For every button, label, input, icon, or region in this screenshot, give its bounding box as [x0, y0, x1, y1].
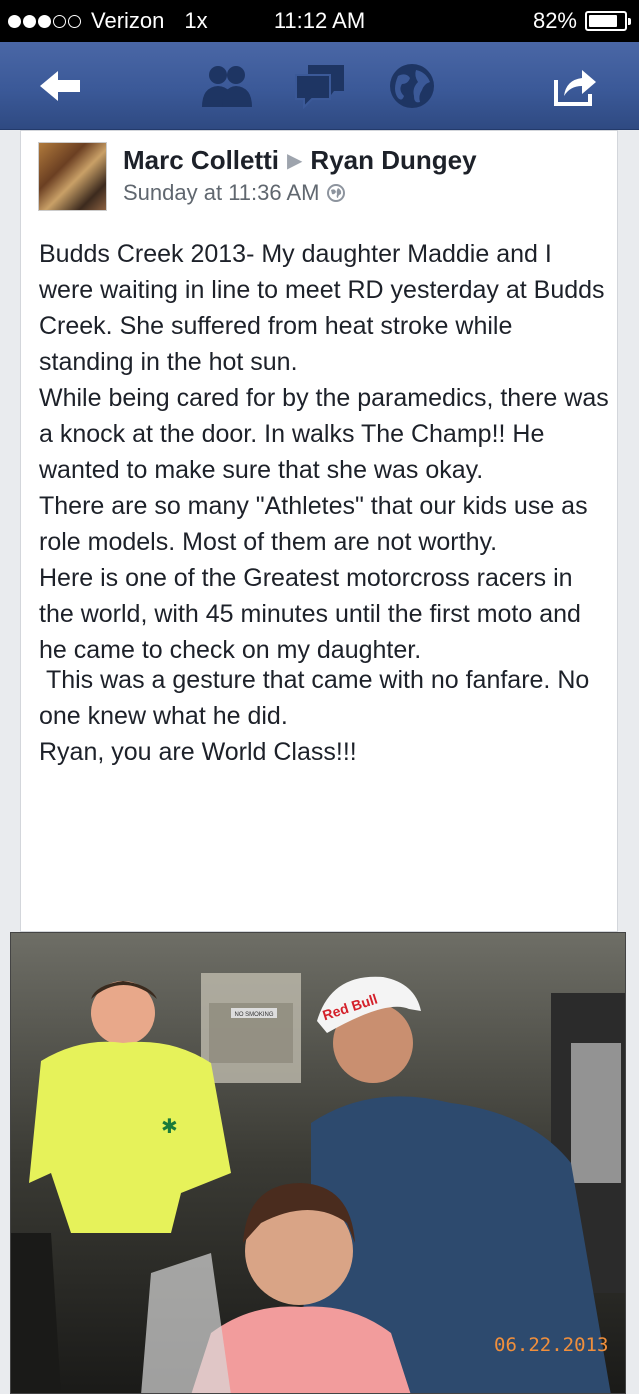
photo-image: NO SMOKING ✱ Red Bull — [11, 933, 625, 1393]
no-smoking-sign: NO SMOKING — [234, 1012, 273, 1018]
post-paragraph: This was a gesture that came with no fan… — [39, 666, 597, 730]
back-arrow-icon — [40, 71, 80, 101]
post-timestamp[interactable]: Sunday at 11:36 AM — [123, 180, 320, 206]
share-icon — [554, 70, 596, 106]
arrow-right-icon: ▶ — [287, 150, 303, 172]
globe-icon — [390, 64, 434, 108]
notifications-button[interactable] — [382, 62, 442, 110]
post-header: Marc Colletti ▶ Ryan Dungey — [123, 145, 477, 176]
nav-bar — [0, 42, 639, 130]
post-paragraph: Budds Creek 2013- My daughter Maddie and… — [39, 240, 612, 376]
share-button[interactable] — [544, 62, 604, 110]
friend-requests-button[interactable] — [196, 62, 256, 110]
post-paragraph: While being cared for by the paramedics,… — [39, 384, 609, 484]
status-bar: Verizon 1x 11:12 AM 82% — [0, 0, 639, 42]
recipient-name[interactable]: Ryan Dungey — [310, 145, 476, 176]
friends-icon — [202, 66, 252, 107]
messages-icon — [295, 65, 344, 109]
messages-button[interactable] — [290, 62, 350, 110]
battery-icon — [585, 11, 631, 31]
post-timestamp-row: Sunday at 11:36 AM — [123, 180, 346, 206]
privacy-globe-icon — [326, 184, 345, 202]
svg-text:✱: ✱ — [161, 1114, 178, 1138]
photo-date-stamp: 06.22.2013 — [494, 1334, 609, 1356]
post-paragraph: Here is one of the Greatest motorcross r… — [39, 564, 588, 664]
back-button[interactable] — [30, 62, 90, 110]
post-paragraph: Ryan, you are World Class!!! — [39, 738, 357, 766]
post-photo[interactable]: NO SMOKING ✱ Red Bull — [10, 932, 626, 1394]
author-avatar[interactable] — [38, 142, 107, 211]
status-right: 82% — [532, 8, 631, 34]
battery-level — [589, 15, 617, 27]
post-paragraph: There are so many "Athletes" that our ki… — [39, 492, 595, 556]
post-body: Budds Creek 2013- My daughter Maddie and… — [39, 236, 611, 770]
author-name[interactable]: Marc Colletti — [123, 145, 279, 176]
battery-percent: 82% — [532, 8, 577, 33]
